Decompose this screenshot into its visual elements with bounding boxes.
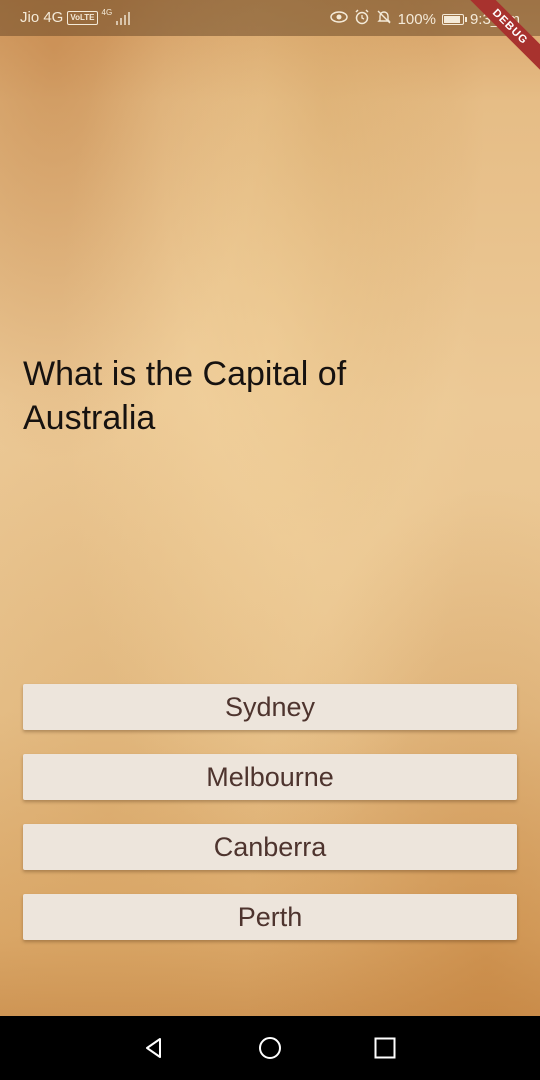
back-icon[interactable]	[142, 1036, 166, 1060]
network-type-label: 4G	[101, 8, 113, 17]
system-nav-bar	[0, 1016, 540, 1080]
signal-icon	[116, 11, 131, 25]
recents-icon[interactable]	[373, 1036, 397, 1060]
bell-off-icon	[376, 9, 392, 30]
volte-badge: VoLTE	[67, 10, 98, 25]
eye-icon	[329, 10, 348, 29]
answer-button-canberra[interactable]: Canberra	[23, 824, 517, 870]
status-left-group: Jio 4G VoLTE 4G	[20, 8, 131, 26]
answer-button-perth[interactable]: Perth	[23, 894, 517, 940]
status-bar: Jio 4G VoLTE 4G 100% 9:3_pm	[0, 0, 540, 36]
battery-icon	[441, 14, 467, 25]
carrier-label: Jio 4G	[20, 9, 64, 26]
answer-button-melbourne[interactable]: Melbourne	[23, 754, 517, 800]
alarm-icon	[354, 9, 370, 30]
battery-percent: 100%	[397, 11, 436, 28]
answer-button-sydney[interactable]: Sydney	[23, 684, 517, 730]
answer-list: Sydney Melbourne Canberra Perth	[23, 684, 517, 964]
home-icon[interactable]	[258, 1036, 282, 1060]
question-text: What is the Capital of Australia	[23, 355, 347, 437]
